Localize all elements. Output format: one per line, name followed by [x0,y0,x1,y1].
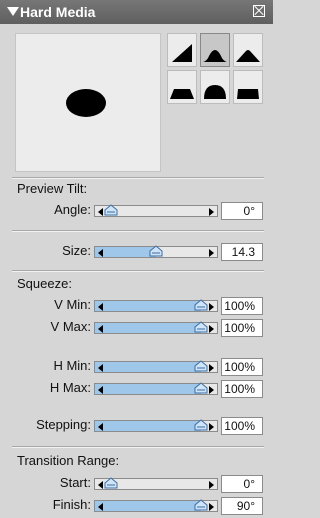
increment-arrow-icon[interactable] [209,386,214,394]
size-label: Size: [62,243,91,258]
h-max-label: H Max: [49,380,91,395]
rounded-mound-icon[interactable] [200,33,230,67]
decrement-arrow-icon[interactable] [98,386,103,394]
h-max-value-field[interactable]: 100% [221,380,263,398]
v-min-label: V Min: [54,297,91,312]
close-icon[interactable] [253,5,265,17]
v-max-slider[interactable] [94,321,218,335]
slider-thumb-icon[interactable] [194,499,208,513]
start-slider[interactable] [94,477,218,491]
slider-thumb-icon[interactable] [104,204,118,218]
stepping-label: Stepping: [36,417,91,432]
peak-icon[interactable] [233,33,263,67]
slider-thumb-icon[interactable] [194,382,208,396]
finish-label: Finish: [52,497,91,512]
increment-arrow-icon[interactable] [209,303,214,311]
squeeze-heading: Squeeze: [17,276,72,291]
increment-arrow-icon[interactable] [209,423,214,431]
increment-arrow-icon[interactable] [209,249,214,257]
preview-tilt-heading: Preview Tilt: [17,181,88,196]
v-max-value-field[interactable]: 100% [221,319,263,337]
increment-arrow-icon[interactable] [209,503,214,511]
decrement-arrow-icon[interactable] [98,325,103,333]
divider [12,446,264,448]
h-max-slider[interactable] [94,382,218,396]
increment-arrow-icon[interactable] [209,364,214,372]
decrement-arrow-icon[interactable] [98,303,103,311]
panel-title: Hard Media [20,4,96,20]
v-min-slider[interactable] [94,299,218,313]
h-min-value-field[interactable]: 100% [221,358,263,376]
dome-icon[interactable] [200,70,230,104]
trapezoid-icon[interactable] [167,70,197,104]
finish-slider[interactable] [94,499,218,513]
decrement-arrow-icon[interactable] [98,503,103,511]
decrement-arrow-icon[interactable] [98,481,103,489]
v-min-value-field[interactable]: 100% [221,297,263,315]
finish-value-field[interactable]: 90° [221,497,263,515]
v-max-label: V Max: [50,319,91,334]
increment-arrow-icon[interactable] [209,208,214,216]
slider-thumb-icon[interactable] [149,245,163,259]
angle-label: Angle: [54,202,91,217]
size-slider[interactable] [94,245,218,259]
divider [12,270,264,272]
preview-dot [66,89,106,117]
stepping-slider[interactable] [94,419,218,433]
slider-thumb-icon[interactable] [194,299,208,313]
angle-value-field[interactable]: 0° [221,202,263,220]
transition-range-heading: Transition Range: [17,453,120,468]
decrement-arrow-icon[interactable] [98,364,103,372]
decrement-arrow-icon[interactable] [98,249,103,257]
h-min-label: H Min: [53,358,91,373]
increment-arrow-icon[interactable] [209,481,214,489]
divider [12,230,264,232]
decrement-arrow-icon[interactable] [98,208,103,216]
size-value-field[interactable]: 14.3 [221,243,263,261]
preview-canvas [15,33,161,172]
angle-slider[interactable] [94,204,218,218]
increment-arrow-icon[interactable] [209,325,214,333]
stepping-value-field[interactable]: 100% [221,417,263,435]
triangle-icon[interactable] [167,33,197,67]
h-min-slider[interactable] [94,360,218,374]
slider-thumb-icon[interactable] [194,419,208,433]
shape-presets [167,33,263,105]
slider-thumb-icon[interactable] [104,477,118,491]
slider-thumb-icon[interactable] [194,360,208,374]
decrement-arrow-icon[interactable] [98,423,103,431]
collapse-triangle-icon[interactable] [7,7,19,16]
hard-media-panel: Hard Media Preview Tilt: Angle: 0° Size:… [0,0,273,518]
flat-block-icon[interactable] [233,70,263,104]
divider [12,177,264,179]
slider-thumb-icon[interactable] [194,321,208,335]
title-bar[interactable]: Hard Media [0,0,273,24]
start-value-field[interactable]: 0° [221,475,263,493]
start-label: Start: [59,475,91,490]
